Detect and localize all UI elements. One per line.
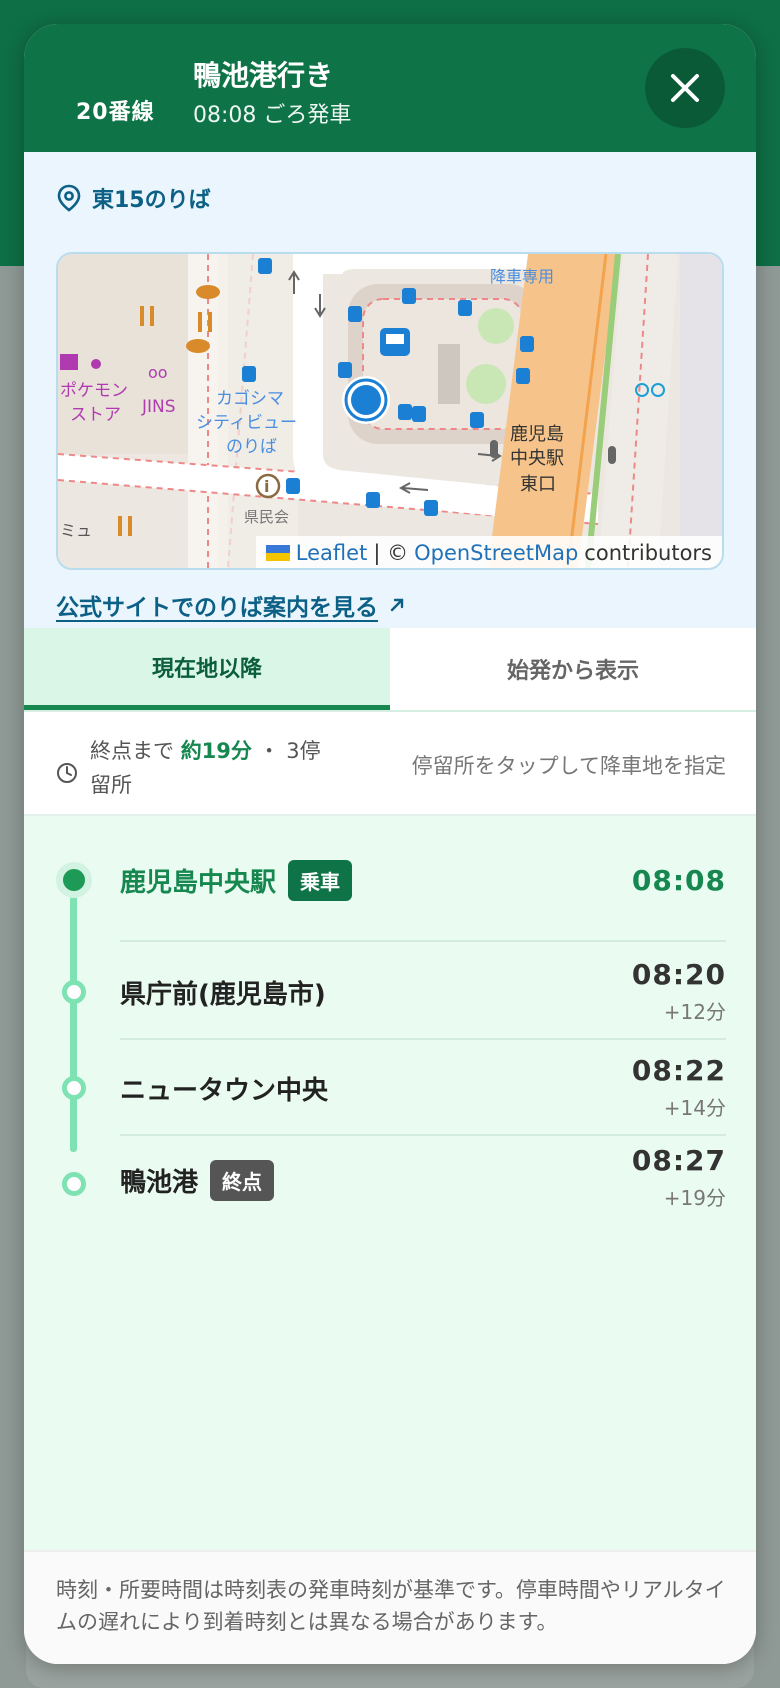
- tab-from-current[interactable]: 現在地以降: [24, 628, 390, 710]
- ukraine-flag-icon: [265, 545, 290, 561]
- summary-stops: 3停: [286, 739, 321, 763]
- osm-link[interactable]: OpenStreetMap: [414, 541, 578, 565]
- row-divider: [120, 1134, 726, 1136]
- map-label-cityview: カゴシマ: [216, 388, 284, 409]
- stop-row-0[interactable]: 鹿児島中央駅 乗車 08:08: [24, 854, 756, 914]
- leaflet-link[interactable]: Leaflet: [296, 541, 368, 565]
- stop-dot: [62, 1076, 86, 1100]
- timing-disclaimer: 時刻・所要時間は時刻表の発車時刻が基準です。停車時間やリアルタイムの遅れにより到…: [24, 1550, 756, 1664]
- stop-delta: +19分: [663, 1186, 726, 1210]
- alight-hint: 停留所をタップして降車地を指定: [411, 754, 726, 778]
- row-divider: [120, 940, 726, 942]
- stop-dot: [62, 980, 86, 1004]
- stop-label-row: 東15のりば: [56, 182, 211, 214]
- map-canvas[interactable]: oo i ポケモン ストア JINS カゴシマ シティビュー のりば 鹿児島 中…: [58, 254, 722, 568]
- stop-map[interactable]: oo i ポケモン ストア JINS カゴシマ シティビュー のりば 鹿児島 中…: [56, 252, 724, 570]
- map-label-drop-only: 降車専用: [490, 267, 554, 286]
- attribution-separator: | ©: [373, 541, 409, 565]
- board-badge: 乗車: [288, 860, 353, 901]
- stop-info-panel: 東15のりば oo i ポケモン ストア JINS カゴシマ シティビュー のり…: [24, 152, 756, 628]
- svg-text:oo: oo: [148, 363, 168, 382]
- official-guide-link[interactable]: 公式サイトでのりば案内を見る: [56, 588, 378, 622]
- summary-stops-cont: 留所: [90, 773, 132, 797]
- stop-name: 県庁前(鹿児島市): [120, 980, 326, 1010]
- close-button[interactable]: [645, 48, 725, 128]
- external-link-icon: [390, 598, 404, 612]
- close-icon: [671, 74, 699, 102]
- departure-detail-modal: 20番線 鴨池港行き 08:08 ごろ発車 東15のりば oo i ポケモン ス…: [24, 24, 756, 1664]
- svg-text:i: i: [264, 477, 269, 496]
- stop-time: 08:20: [631, 958, 726, 991]
- trip-summary-duration: 終点まで 約19分 ・ 3停 留所: [56, 734, 356, 802]
- summary-separator: ・: [258, 739, 280, 763]
- stop-row-1[interactable]: 県庁前(鹿児島市) 08:20 +12分: [24, 944, 756, 1040]
- map-label-kenmin: 県民会: [244, 508, 289, 526]
- row-divider: [120, 1038, 726, 1040]
- route-number: 20番線: [76, 100, 155, 125]
- tab-from-origin[interactable]: 始発から表示: [390, 628, 756, 710]
- stop-platform-label: 東15のりば: [92, 188, 211, 213]
- stop-name-row-3: 鴨池港 終点: [120, 1160, 275, 1201]
- stop-delta: +12分: [663, 1000, 726, 1024]
- summary-duration: 約19分: [180, 739, 252, 763]
- stop-name: 鹿児島中央駅: [120, 868, 277, 898]
- map-label-chuo-east: 鹿児島: [510, 424, 564, 445]
- map-label-myu: ミュ: [60, 521, 92, 540]
- stop-name-row-2: ニュータウン中央: [120, 1070, 328, 1107]
- stops-list: 鹿児島中央駅 乗車 08:08 県庁前(鹿児島市) 08:20 +12分 ニュー…: [24, 816, 756, 1550]
- stop-row-3[interactable]: 鴨池港 終点 08:27 +19分: [24, 1138, 756, 1234]
- stop-time: 08:27: [631, 1144, 726, 1177]
- map-attribution: Leaflet | © OpenStreetMap contributors: [255, 536, 722, 568]
- summary-prefix: 終点まで: [90, 739, 174, 763]
- stop-time: 08:22: [631, 1054, 726, 1087]
- map-label-pokemon: ポケモン: [60, 381, 128, 401]
- terminal-badge: 終点: [210, 1160, 275, 1201]
- stop-delta: +14分: [663, 1096, 726, 1120]
- stop-name-row-1: 県庁前(鹿児島市): [120, 974, 326, 1011]
- terminal-stop-dot: [62, 1172, 86, 1196]
- destination-title: 鴨池港行き: [193, 59, 334, 92]
- trip-summary-text: 終点まで 約19分 ・ 3停 留所: [90, 734, 321, 802]
- trip-summary: 終点まで 約19分 ・ 3停 留所 停留所をタップして降車地を指定: [24, 712, 756, 816]
- official-guide-link-row[interactable]: 公式サイトでのりば案内を見る: [56, 588, 406, 622]
- stop-name: 鴨池港: [120, 1168, 199, 1198]
- location-pin-icon: [57, 184, 81, 212]
- stop-time: 08:08: [631, 864, 726, 897]
- attribution-contributors: contributors: [584, 541, 712, 565]
- clock-icon: [57, 763, 77, 783]
- departure-time: 08:08 ごろ発車: [193, 103, 352, 128]
- map-label-jins: JINS: [141, 397, 176, 417]
- current-stop-dot: [56, 862, 92, 898]
- stop-name: ニュータウン中央: [120, 1076, 329, 1106]
- modal-header: 20番線 鴨池港行き 08:08 ごろ発車: [24, 24, 756, 152]
- stop-row-2[interactable]: ニュータウン中央 08:22 +14分: [24, 1042, 756, 1136]
- stop-view-tabs: 現在地以降 始発から表示: [24, 628, 756, 712]
- stop-name-row-0: 鹿児島中央駅 乗車: [120, 860, 353, 901]
